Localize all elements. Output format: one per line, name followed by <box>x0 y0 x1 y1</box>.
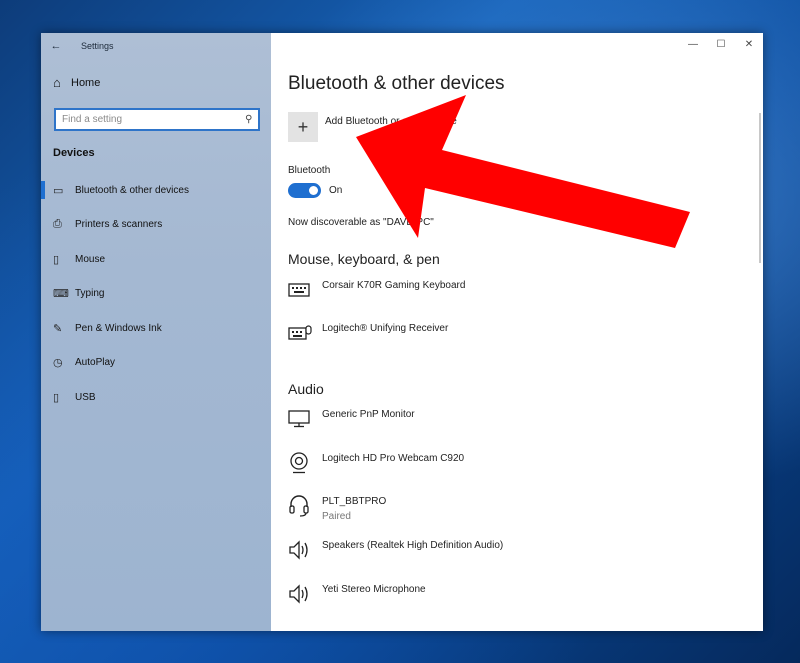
bluetooth-label: Bluetooth <box>288 165 331 176</box>
device-item[interactable]: Speakers (Realtek High Definition Audio) <box>288 538 503 562</box>
device-name: Logitech® Unifying Receiver <box>322 323 449 334</box>
speaker-icon <box>288 538 322 562</box>
device-name: Yeti Stereo Microphone <box>322 584 426 595</box>
sidebar-item-label: Pen & Windows Ink <box>75 322 162 334</box>
section-heading-devices: Devices <box>53 147 95 159</box>
device-name: PLT_BBTPRO <box>322 496 387 507</box>
bluetooth-state: On <box>329 185 343 196</box>
device-name: Corsair K70R Gaming Keyboard <box>322 280 466 291</box>
sidebar-item-label: Bluetooth & other devices <box>75 184 189 196</box>
group-heading-audio: Audio <box>288 381 324 397</box>
home-icon: ⌂ <box>53 75 61 90</box>
sidebar-item-autoplay[interactable]: ◷ AutoPlay <box>41 346 271 381</box>
sidebar-item-bluetooth[interactable]: ▭ Bluetooth & other devices <box>41 173 271 208</box>
device-name: Logitech HD Pro Webcam C920 <box>322 453 465 464</box>
speaker-icon <box>288 582 322 606</box>
device-name: Speakers (Realtek High Definition Audio) <box>322 540 504 551</box>
keyboard-mouse-icon <box>288 321 322 345</box>
plus-icon: + <box>288 112 318 142</box>
scrollbar[interactable] <box>759 113 761 263</box>
bluetooth-toggle-row: On <box>288 183 342 198</box>
device-item[interactable]: Logitech HD Pro Webcam C920 <box>288 451 464 475</box>
keyboard-icon: ⌨ <box>53 288 69 301</box>
close-button[interactable]: ✕ <box>735 33 763 55</box>
back-button[interactable]: ← <box>41 40 71 52</box>
group-heading-input: Mouse, keyboard, & pen <box>288 251 440 267</box>
device-item[interactable]: Corsair K70R Gaming Keyboard <box>288 278 465 302</box>
pen-icon: ✎ <box>53 322 63 335</box>
sidebar-item-home[interactable]: ⌂ Home <box>53 75 100 90</box>
settings-window: ← Settings ⌂ Home ⚲ Devices ▭ Bluetooth … <box>41 33 763 631</box>
search-box: ⚲ <box>54 108 260 131</box>
sidebar-item-printers[interactable]: ⎙ Printers & scanners <box>41 208 271 243</box>
sidebar-item-label: USB <box>75 391 96 403</box>
maximize-button[interactable]: ☐ <box>707 33 735 55</box>
sidebar-item-mouse[interactable]: ▯ Mouse <box>41 242 271 277</box>
sidebar: ← Settings ⌂ Home ⚲ Devices ▭ Bluetooth … <box>41 33 271 631</box>
bluetooth-toggle[interactable] <box>288 183 321 198</box>
discoverable-text: Now discoverable as "DAVE-PC" <box>288 217 434 228</box>
webcam-icon <box>288 451 322 475</box>
sidebar-item-label: Typing <box>75 288 105 300</box>
sidebar-item-typing[interactable]: ⌨ Typing <box>41 277 271 312</box>
sidebar-item-label: AutoPlay <box>75 357 116 369</box>
sidebar-item-label: Mouse <box>75 253 106 265</box>
window-controls: — ☐ ✕ <box>679 33 763 55</box>
sidebar-nav: ▭ Bluetooth & other devices ⎙ Printers &… <box>41 173 271 415</box>
mouse-icon: ▯ <box>53 253 60 266</box>
device-item[interactable]: Logitech® Unifying Receiver <box>288 321 448 345</box>
headset-icon <box>288 494 322 518</box>
main-content: — ☐ ✕ Bluetooth & other devices + Add Bl… <box>271 33 763 631</box>
device-status: Paired <box>322 511 351 522</box>
sidebar-item-usb[interactable]: ▯ USB <box>41 380 271 415</box>
search-icon[interactable]: ⚲ <box>245 114 252 125</box>
device-item[interactable]: Yeti Stereo Microphone <box>288 582 426 606</box>
keyboard-icon <box>288 278 322 302</box>
device-item[interactable]: PLT_BBTPRO Paired <box>288 494 386 522</box>
app-title: Settings <box>81 41 114 51</box>
autoplay-icon: ◷ <box>53 357 63 370</box>
sidebar-item-pen[interactable]: ✎ Pen & Windows Ink <box>41 311 271 346</box>
add-device-label: Add Bluetooth or other device <box>325 115 457 127</box>
sidebar-item-label: Printers & scanners <box>75 219 163 231</box>
add-device-button[interactable]: + Add Bluetooth or other device <box>288 112 457 142</box>
page-title: Bluetooth & other devices <box>288 73 505 94</box>
device-name: Generic PnP Monitor <box>322 409 415 420</box>
printer-icon: ⎙ <box>53 218 62 231</box>
monitor-icon <box>288 407 322 431</box>
titlebar: ← Settings <box>41 33 271 59</box>
bluetooth-devices-icon: ▭ <box>53 184 64 197</box>
search-input[interactable] <box>62 114 245 125</box>
usb-icon: ▯ <box>53 391 60 404</box>
home-label: Home <box>71 76 101 89</box>
minimize-button[interactable]: — <box>679 33 707 55</box>
device-item[interactable]: Generic PnP Monitor <box>288 407 415 431</box>
